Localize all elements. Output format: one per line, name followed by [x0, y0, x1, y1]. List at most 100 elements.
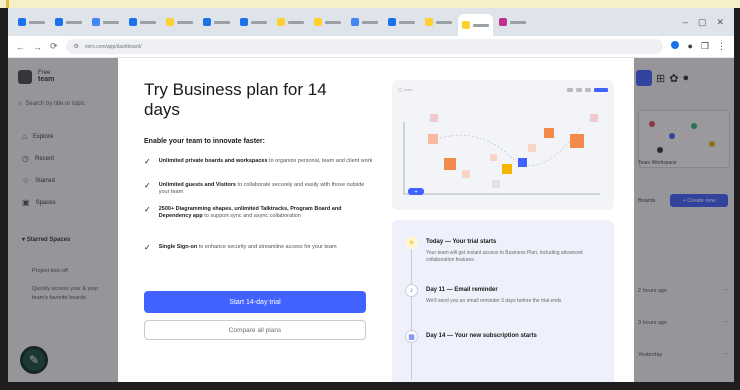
extensions-puzzle-icon[interactable]: ❐: [701, 41, 709, 52]
feature-bold: Unlimited guests and Visitors: [158, 182, 236, 188]
tab-favicon-icon: [166, 18, 174, 26]
preview-tool: [576, 88, 582, 92]
tab-favicon-icon: [277, 18, 285, 26]
feature-text: 2500+ Diagramming shapes, unlimited Talk…: [159, 206, 374, 220]
timeline-line: [411, 240, 412, 380]
calendar-icon: ▦: [405, 330, 418, 343]
sticky-note: [518, 158, 527, 167]
browser-tab[interactable]: [51, 13, 86, 31]
browser-tab[interactable]: [14, 13, 49, 31]
feature-bold: Single Sign-on: [158, 244, 198, 250]
modal-subtitle: Enable your team to innovate faster:: [144, 138, 265, 145]
feature-bold: Unlimited private boards and workspaces: [158, 158, 268, 164]
tab-favicon-icon: [129, 18, 137, 26]
tab-favicon-icon: [55, 18, 63, 26]
browser-tab[interactable]: [236, 13, 271, 31]
url-input[interactable]: ⚙ miro.com/app/dashboard/: [65, 39, 664, 54]
compare-plans-button[interactable]: Compare all plans: [144, 320, 366, 340]
sticky-note: [492, 180, 500, 188]
sticky-note: [428, 134, 438, 144]
minimize-icon[interactable]: –: [683, 17, 688, 28]
feature-item: ✓ Single Sign-on to enhance security and …: [144, 244, 374, 252]
tab-title: [66, 20, 82, 24]
tab-title: [103, 20, 119, 24]
browser-tab[interactable]: [273, 13, 308, 31]
desktop-top-accent: [6, 0, 9, 8]
timeline-description: Your team will get instant access to Bus…: [426, 250, 583, 263]
bell-icon: ♪: [405, 284, 418, 297]
feature-text: Unlimited private boards and workspaces …: [159, 158, 373, 166]
browser-tab[interactable]: [125, 13, 160, 31]
preview-share: [594, 88, 608, 92]
modal-title: Try Business plan for 14 days: [144, 80, 327, 119]
browser-tab[interactable]: [495, 13, 530, 31]
tab-favicon-icon: [425, 18, 433, 26]
sticky-note: [462, 170, 470, 178]
timeline-heading: Today — Your trial starts: [426, 239, 497, 245]
back-icon[interactable]: ←: [16, 42, 25, 52]
tab-favicon-icon: [314, 18, 322, 26]
preview-tool: [585, 88, 591, 92]
tab-favicon-icon: [462, 21, 470, 29]
preview-toolbar: ▢ ▭▭: [398, 86, 608, 94]
trial-modal: Try Business plan for 14 days Enable you…: [118, 58, 634, 382]
start-trial-button[interactable]: Start 14-day trial: [144, 291, 366, 313]
browser-tab[interactable]: [310, 13, 345, 31]
close-window-icon[interactable]: ✕: [716, 17, 724, 28]
tab-title: [399, 20, 415, 24]
browser-menu-icon[interactable]: ⋮: [717, 41, 726, 52]
feature-item: ✓ 2500+ Diagramming shapes, unlimited Tal…: [144, 206, 374, 220]
forward-icon[interactable]: →: [33, 42, 42, 52]
url-text: miro.com/app/dashboard/: [84, 43, 142, 50]
tab-title: [325, 20, 341, 24]
reload-icon[interactable]: ⟳: [50, 41, 58, 52]
feature-rest: to support sync and async collaboration: [202, 213, 301, 219]
browser-tab[interactable]: [384, 13, 419, 31]
tab-title: [29, 20, 45, 24]
preview-frame-line: [403, 122, 600, 195]
sticky-note: [528, 144, 536, 152]
sun-icon: ☀: [405, 236, 418, 249]
tab-favicon-icon: [203, 18, 211, 26]
tab-favicon-icon: [240, 18, 248, 26]
address-bar-row: ← → ⟳ ⚙ miro.com/app/dashboard/ ● ❐ ⋮: [8, 36, 734, 58]
tab-title: [177, 20, 193, 24]
board-preview-illustration: ▢ ▭▭ ✦: [392, 80, 614, 210]
browser-tab[interactable]: [347, 13, 382, 31]
preview-toolbar-icons: [567, 88, 608, 92]
tab-title: [473, 23, 489, 27]
feature-item: ✓ Unlimited private boards and workspaces…: [144, 158, 374, 166]
sticky-note: [590, 114, 598, 122]
tab-favicon-icon: [388, 18, 396, 26]
window-controls: – ▢ ✕: [683, 17, 734, 28]
browser-tab[interactable]: [458, 14, 493, 36]
browser-tab[interactable]: [421, 13, 456, 31]
browser-window: – ▢ ✕ ← → ⟳ ⚙ miro.com/app/dashboard/ ● …: [8, 8, 734, 382]
timeline-heading: Day 11 — Email reminder: [426, 287, 498, 293]
preview-title-bar: ▢ ▭▭: [398, 87, 413, 92]
feature-rest: to enhance security and streamline acces…: [197, 244, 337, 250]
desktop-top-bar: [0, 0, 740, 8]
browser-tab[interactable]: [199, 13, 234, 31]
profile-icon[interactable]: ●: [687, 41, 692, 52]
browser-tab-bar: – ▢ ✕: [8, 8, 734, 36]
extension-icon[interactable]: [671, 41, 680, 49]
tab-favicon-icon: [351, 18, 359, 26]
preview-canvas: ✦: [400, 98, 606, 202]
sticky-note: [490, 154, 497, 161]
collaborator-cursor: ✦: [408, 188, 424, 195]
preview-connector: [439, 127, 581, 166]
tab-favicon-icon: [92, 18, 100, 26]
browser-tab[interactable]: [162, 13, 197, 31]
preview-tool: [567, 88, 573, 92]
feature-item: ✓ Unlimited guests and Visitors to collab…: [144, 182, 374, 196]
maximize-icon[interactable]: ▢: [698, 17, 707, 28]
site-info-icon[interactable]: ⚙: [74, 43, 79, 50]
timeline-heading: Day 14 — Your new subscription starts: [426, 333, 537, 339]
tab-title: [510, 20, 526, 24]
tab-title: [214, 20, 230, 24]
sticky-note: [544, 128, 554, 138]
browser-tab[interactable]: [88, 13, 123, 31]
feature-text: Single Sign-on to enhance security and s…: [159, 244, 337, 252]
check-icon: ✓: [144, 243, 151, 252]
